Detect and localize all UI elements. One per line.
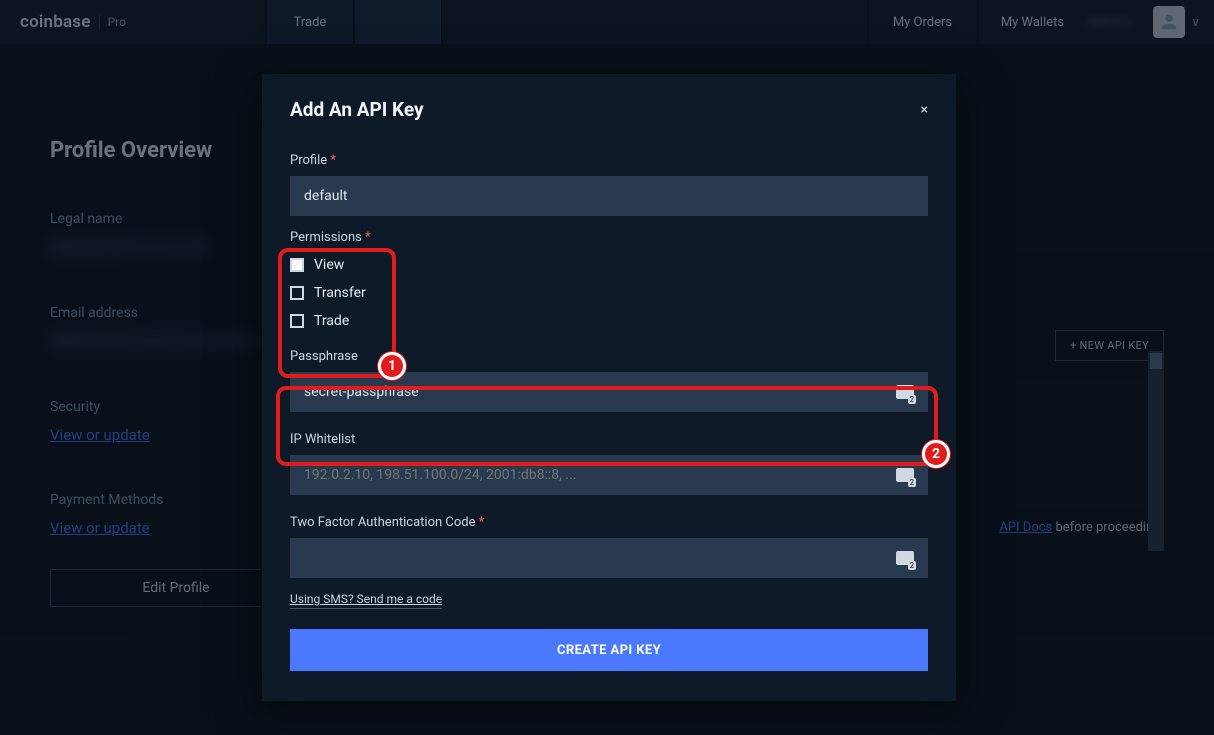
- permissions-group: Permissions ✓ View Transfer Trade: [290, 230, 928, 329]
- passphrase-input-wrap[interactable]: [290, 372, 928, 412]
- close-icon[interactable]: ×: [921, 102, 928, 118]
- passphrase-label: Passphrase: [290, 349, 928, 364]
- permissions-label: Permissions: [290, 230, 928, 245]
- ip-whitelist-input[interactable]: [304, 467, 888, 483]
- keyboard-icon[interactable]: [896, 468, 914, 482]
- permission-view[interactable]: ✓ View: [290, 257, 928, 273]
- checkbox-view[interactable]: ✓: [290, 258, 304, 272]
- permission-transfer[interactable]: Transfer: [290, 285, 928, 301]
- add-api-key-modal: Add An API Key × Profile default Permiss…: [262, 74, 956, 701]
- permission-view-label: View: [314, 257, 344, 273]
- ip-whitelist-label: IP Whitelist: [290, 432, 928, 447]
- profile-label: Profile: [290, 153, 928, 168]
- keyboard-icon[interactable]: [896, 385, 914, 399]
- create-api-key-button[interactable]: CREATE API KEY: [290, 629, 928, 671]
- keyboard-icon[interactable]: [896, 551, 914, 565]
- modal-title: Add An API Key: [290, 98, 424, 121]
- twofa-input-wrap[interactable]: [290, 538, 928, 578]
- permission-transfer-label: Transfer: [314, 285, 366, 301]
- ip-whitelist-input-wrap[interactable]: [290, 455, 928, 495]
- twofa-input[interactable]: [304, 550, 888, 566]
- passphrase-input[interactable]: [304, 384, 888, 400]
- twofa-label: Two Factor Authentication Code: [290, 515, 928, 530]
- modal-header: Add An API Key ×: [262, 74, 956, 139]
- permission-trade[interactable]: Trade: [290, 313, 928, 329]
- checkbox-trade[interactable]: [290, 314, 304, 328]
- profile-value: default: [304, 188, 348, 204]
- sms-code-link[interactable]: Using SMS? Send me a code: [290, 592, 442, 609]
- permission-trade-label: Trade: [314, 313, 349, 329]
- profile-select[interactable]: default: [290, 176, 928, 216]
- checkbox-transfer[interactable]: [290, 286, 304, 300]
